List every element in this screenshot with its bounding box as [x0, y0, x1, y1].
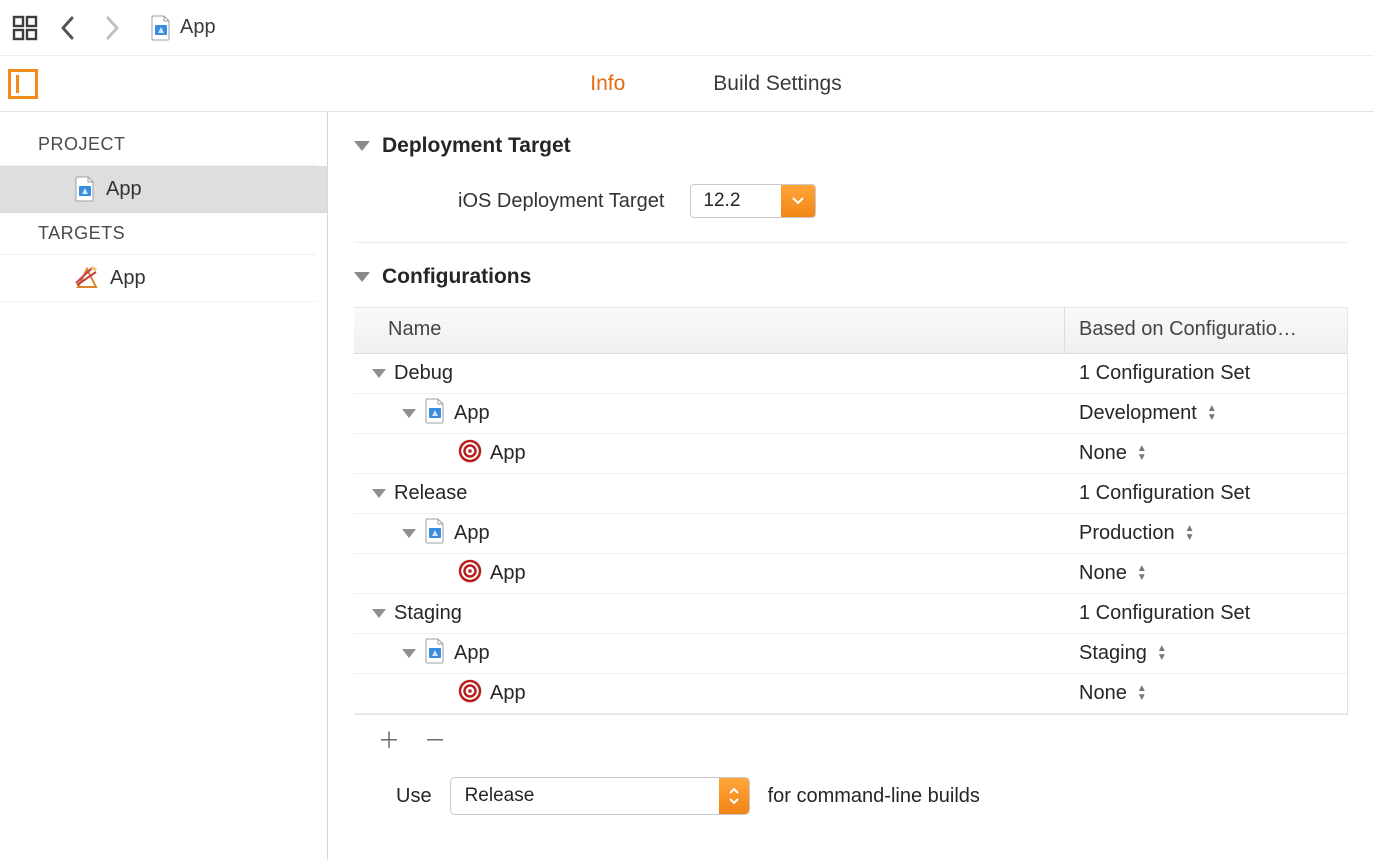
xcodeproj-icon	[74, 176, 96, 202]
disclosure-triangle-icon	[402, 529, 416, 538]
xcodeproj-icon	[150, 15, 172, 41]
table-row[interactable]: App Production ▲▼	[354, 514, 1347, 554]
config-based: None	[1079, 682, 1127, 705]
stepper-icon: ▲▼	[1137, 445, 1147, 462]
stepper-icon: ▲▼	[1185, 525, 1195, 542]
section-header[interactable]: Configurations	[354, 257, 1348, 297]
table-row[interactable]: App None ▲▼	[354, 674, 1347, 714]
config-based: 1 Configuration Set	[1079, 362, 1250, 385]
table-row[interactable]: App Staging ▲▼	[354, 634, 1347, 674]
section-header[interactable]: Deployment Target	[354, 126, 1348, 166]
table-header: Name Based on Configuratio…	[354, 308, 1347, 354]
column-header-based[interactable]: Based on Configuratio…	[1065, 308, 1347, 353]
related-items-icon[interactable]	[12, 15, 38, 41]
disclosure-triangle-icon	[402, 649, 416, 658]
section-title: Configurations	[382, 265, 531, 289]
table-row[interactable]: App None ▲▼	[354, 554, 1347, 594]
section-deployment-target: Deployment Target iOS Deployment Target …	[354, 126, 1348, 243]
column-header-name[interactable]: Name	[354, 308, 1065, 353]
stepper-icon: ▲▼	[1137, 565, 1147, 582]
tabbar: Info Build Settings	[0, 56, 1374, 112]
add-configuration-button[interactable]: ＋	[378, 723, 400, 755]
xcodeproj-icon	[424, 518, 446, 550]
table-row[interactable]: App Development ▲▼	[354, 394, 1347, 434]
disclosure-triangle-icon	[402, 409, 416, 418]
sidebar-item-label: App	[110, 267, 146, 290]
sidebar: PROJECT App TARGETS App	[0, 112, 328, 860]
stepper-icon: ▲▼	[1137, 685, 1147, 702]
target-bullseye-icon	[458, 679, 482, 709]
use-label-post: for command-line builds	[768, 785, 980, 808]
sidebar-heading-targets: TARGETS	[0, 213, 317, 255]
config-name: Staging	[394, 602, 462, 625]
disclosure-triangle-icon	[354, 141, 370, 151]
xcodeproj-icon	[424, 398, 446, 430]
sidebar-item-project[interactable]: App	[0, 166, 327, 213]
config-based: 1 Configuration Set	[1079, 602, 1250, 625]
deployment-target-label: iOS Deployment Target	[458, 190, 664, 213]
command-line-config-value: Release	[451, 778, 719, 814]
section-configurations: Configurations Name Based on Configurati…	[354, 257, 1348, 815]
table-row[interactable]: Debug 1 Configuration Set	[354, 354, 1347, 394]
deployment-target-combo[interactable]: 12.2	[690, 184, 816, 218]
dropdown-button-icon	[781, 185, 815, 217]
app-target-icon	[74, 265, 100, 291]
command-line-config-select[interactable]: Release	[450, 777, 750, 815]
config-name: App	[454, 642, 490, 665]
config-name: Release	[394, 482, 467, 505]
config-based: Staging	[1079, 642, 1147, 665]
xcodeproj-icon	[424, 638, 446, 670]
sidebar-item-target[interactable]: App	[0, 255, 317, 302]
target-bullseye-icon	[458, 439, 482, 469]
disclosure-triangle-icon	[372, 609, 386, 618]
nav-back-icon[interactable]	[54, 14, 82, 42]
stepper-button-icon	[719, 778, 749, 814]
command-line-build-row: Use Release for command-line builds	[354, 755, 1348, 815]
table-row[interactable]: App None ▲▼	[354, 434, 1347, 474]
target-bullseye-icon	[458, 559, 482, 589]
table-row[interactable]: Release 1 Configuration Set	[354, 474, 1347, 514]
config-based: None	[1079, 442, 1127, 465]
config-name: App	[454, 402, 490, 425]
config-name: App	[490, 442, 526, 465]
panel-toggle-icon[interactable]	[8, 69, 38, 99]
stepper-icon: ▲▼	[1207, 405, 1217, 422]
table-row[interactable]: Staging 1 Configuration Set	[354, 594, 1347, 634]
disclosure-triangle-icon	[372, 489, 386, 498]
config-name: Debug	[394, 362, 453, 385]
config-based: Development	[1079, 402, 1197, 425]
sidebar-heading-project: PROJECT	[0, 124, 317, 166]
config-based: 1 Configuration Set	[1079, 482, 1250, 505]
section-title: Deployment Target	[382, 134, 571, 158]
remove-configuration-button[interactable]: －	[424, 723, 446, 755]
tab-info[interactable]: Info	[586, 66, 629, 102]
breadcrumb[interactable]: App	[150, 15, 216, 41]
use-label-pre: Use	[396, 785, 432, 808]
configurations-table: Name Based on Configuratio… Debug 1 Confi…	[354, 307, 1348, 715]
deployment-target-value: 12.2	[691, 185, 781, 217]
config-name: App	[454, 522, 490, 545]
config-based: None	[1079, 562, 1127, 585]
config-based: Production	[1079, 522, 1175, 545]
table-footer: ＋ －	[354, 715, 1348, 755]
disclosure-triangle-icon	[354, 272, 370, 282]
main-content: Deployment Target iOS Deployment Target …	[328, 112, 1374, 860]
disclosure-triangle-icon	[372, 369, 386, 378]
sidebar-item-label: App	[106, 178, 142, 201]
tab-build-settings[interactable]: Build Settings	[709, 66, 845, 102]
toolbar: App	[0, 0, 1374, 56]
stepper-icon: ▲▼	[1157, 645, 1167, 662]
config-name: App	[490, 562, 526, 585]
config-name: App	[490, 682, 526, 705]
breadcrumb-title: App	[180, 16, 216, 39]
nav-forward-icon[interactable]	[98, 14, 126, 42]
